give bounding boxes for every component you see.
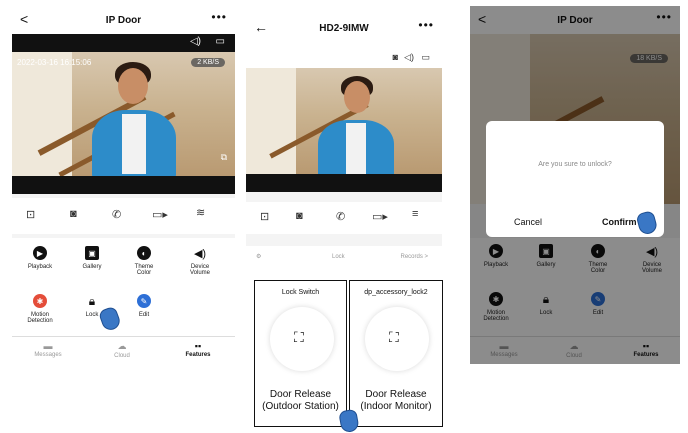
feature-grid: ▶ Playback ▣ Gallery ◐ Theme Color ◀) De… bbox=[12, 238, 235, 336]
fullscreen-icon[interactable]: ▭ bbox=[216, 36, 225, 47]
camera-image bbox=[12, 52, 235, 176]
lock-card-indoor: dp_accessory_lock2 ⛶ Door Release (Indoo… bbox=[349, 280, 443, 427]
video-icon[interactable]: ▭▸ bbox=[152, 208, 168, 221]
motion-icon: ✱ bbox=[33, 294, 47, 308]
feature-edit[interactable]: ✎ Edit bbox=[124, 294, 164, 318]
screenshot-icon[interactable]: ⊡ bbox=[260, 210, 269, 223]
palette-icon: ◐ bbox=[137, 246, 151, 260]
page-title: HD2-9IMW bbox=[319, 22, 369, 34]
padlock-icon: ⛶ bbox=[389, 329, 399, 345]
tab-cloud[interactable]: ☁ Cloud bbox=[92, 341, 152, 359]
tab-messages[interactable]: ▬ Messages bbox=[18, 341, 78, 358]
padlock-icon: ⛶ bbox=[294, 329, 304, 345]
lock-card-caption: Door Release (Indoor Monitor) bbox=[360, 389, 432, 412]
timestamp: 2022-03-16 16:15:06 bbox=[17, 58, 92, 67]
screenshot-icon[interactable]: ⊡ bbox=[26, 208, 35, 221]
call-icon[interactable]: ✆ bbox=[112, 208, 121, 221]
settings-icon[interactable]: ⚙ bbox=[256, 253, 261, 260]
video-feed[interactable]: ◙ ◁) ▭ bbox=[246, 42, 442, 192]
feature-device-volume[interactable]: ◀) Device Volume bbox=[176, 246, 224, 277]
speaker-icon[interactable]: ◁) bbox=[190, 36, 201, 47]
feature-motion-detection[interactable]: ✱ Motion Detection bbox=[18, 294, 62, 324]
tab-bar: ▬ Messages ☁ Cloud ▪▪ Features bbox=[12, 336, 235, 364]
lock-card-outdoor: Lock Switch ⛶ Door Release (Outdoor Stat… bbox=[254, 280, 347, 427]
message-icon: ▬ bbox=[43, 341, 53, 351]
lock-card-title: dp_accessory_lock2 bbox=[364, 289, 428, 296]
camera-icon[interactable]: ◙ bbox=[296, 210, 303, 222]
unlock-button-outdoor[interactable]: ⛶ bbox=[270, 307, 334, 371]
records-link[interactable]: Records > bbox=[400, 254, 428, 260]
more-button[interactable]: ••• bbox=[418, 18, 434, 32]
menu-icon[interactable]: ≡ bbox=[412, 208, 418, 220]
header: < IP Door ••• bbox=[12, 6, 235, 34]
camera-image bbox=[246, 68, 442, 174]
lock-tab[interactable]: Lock bbox=[332, 254, 345, 260]
back-button[interactable]: < bbox=[20, 11, 28, 27]
speaker-icon[interactable]: ◁) bbox=[404, 52, 414, 63]
feature-theme-color[interactable]: ◐ Theme Color bbox=[124, 246, 164, 276]
page-title: IP Door bbox=[105, 14, 142, 26]
video-feed[interactable]: ◁) ▭ 2022-03-16 16:15:06 2 KB/S ⧉ bbox=[12, 34, 235, 194]
edit-icon: ✎ bbox=[137, 294, 151, 308]
tab-features[interactable]: ▪▪ Features bbox=[168, 341, 228, 358]
back-button[interactable]: ← bbox=[254, 19, 268, 35]
header: ← HD2-9IMW ••• bbox=[246, 14, 442, 42]
bitrate-badge: 2 KB/S bbox=[191, 58, 225, 67]
screen-1-ipdoor: < IP Door ••• ◁) ▭ 2022-03-16 16:15:06 2… bbox=[12, 6, 235, 364]
lock-icon: 🔒︎ bbox=[88, 293, 96, 308]
screen-2-hd2: ← HD2-9IMW ••• ◙ ◁) ▭ ⊡ ◙ ✆ ▭▸ ≡ ⚙ Lock … bbox=[246, 14, 442, 270]
lock-row: ⚙ Lock Records > bbox=[246, 246, 442, 270]
unlock-button-indoor[interactable]: ⛶ bbox=[365, 307, 429, 371]
feature-playback[interactable]: ▶ Playback bbox=[20, 246, 60, 270]
pip-icon[interactable]: ⧉ bbox=[221, 152, 227, 163]
video-icon[interactable]: ▭▸ bbox=[372, 210, 388, 223]
control-bar: ⊡ ◙ ✆ ▭▸ ≋ bbox=[12, 198, 235, 234]
feature-gallery[interactable]: ▣ Gallery bbox=[72, 246, 112, 270]
lock-card-caption: Door Release (Outdoor Station) bbox=[262, 389, 339, 412]
cancel-button[interactable]: Cancel bbox=[514, 217, 542, 227]
more-button[interactable]: ••• bbox=[211, 10, 227, 24]
snapshot-icon[interactable]: ◙ bbox=[393, 52, 398, 62]
play-icon: ▶ bbox=[33, 246, 47, 260]
camera-icon[interactable]: ◙ bbox=[70, 208, 77, 220]
cloud-icon: ☁ bbox=[117, 341, 127, 351]
gallery-icon: ▣ bbox=[85, 246, 99, 260]
lock-card-title: Lock Switch bbox=[281, 289, 320, 296]
features-icon: ▪▪ bbox=[194, 341, 202, 351]
more-icon[interactable]: ≋ bbox=[196, 206, 205, 219]
confirm-button[interactable]: Confirm bbox=[602, 217, 637, 227]
fullscreen-icon[interactable]: ▭ bbox=[421, 52, 430, 63]
screen-3-ipdoor-confirm: < IP Door ••• 18 KB/S ▶ Playback ▣ Gallery… bbox=[470, 6, 680, 364]
volume-icon: ◀) bbox=[193, 247, 207, 260]
control-bar: ⊡ ◙ ✆ ▭▸ ≡ bbox=[246, 202, 442, 234]
call-icon[interactable]: ✆ bbox=[336, 210, 345, 223]
dialog-message: Are you sure to unlock? bbox=[538, 161, 612, 168]
